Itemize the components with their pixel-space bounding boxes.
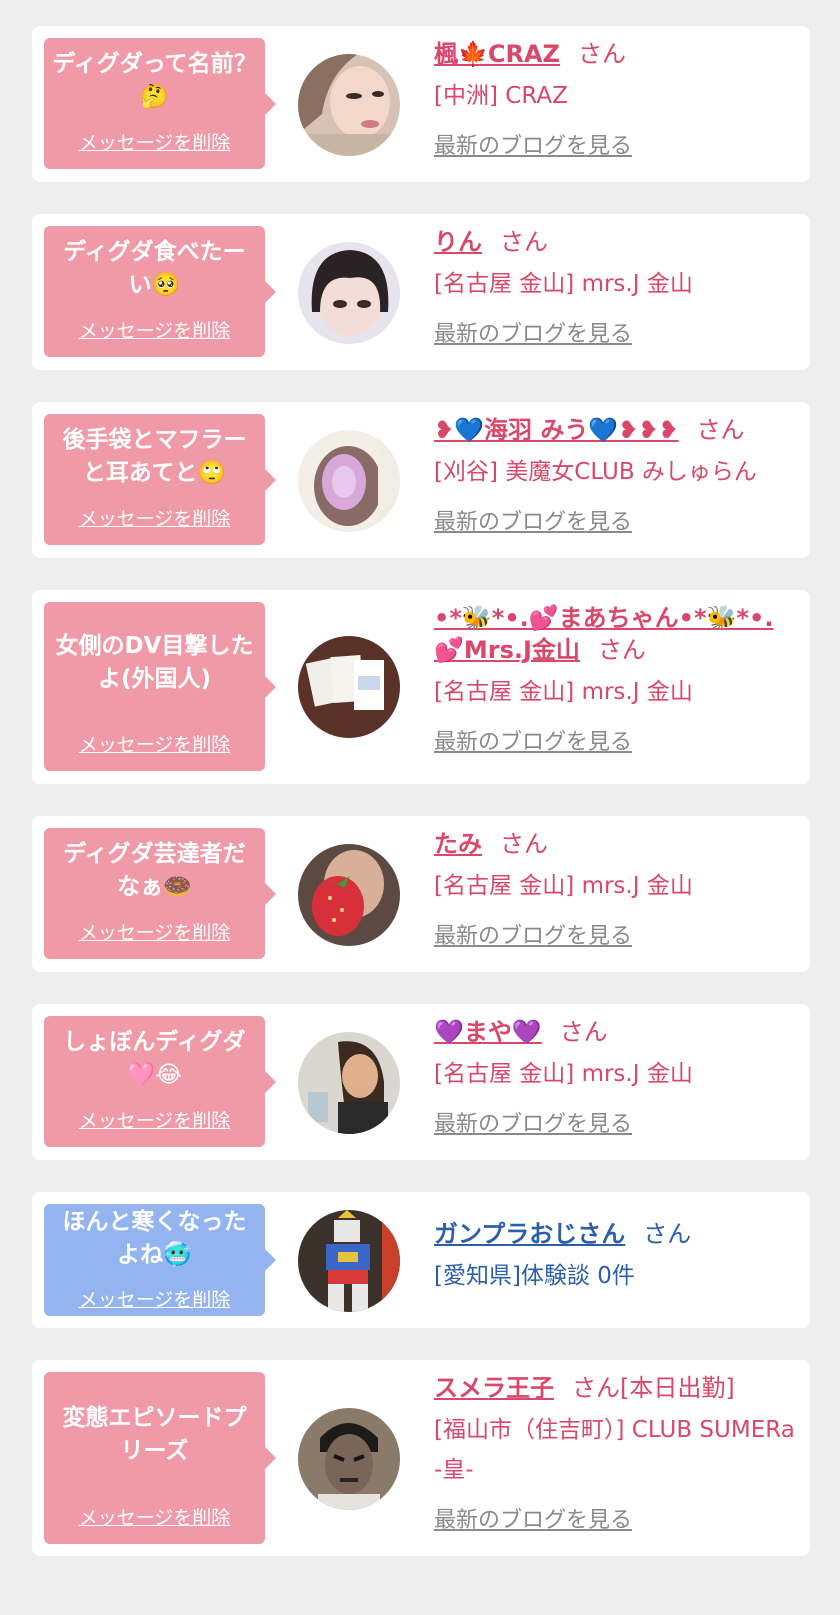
delete-message-link[interactable]: メッセージを削除 xyxy=(44,316,265,343)
profile-info: スメラ王子 さん[本日出勤] [福山市（住吉町）] CLUB SUMERa -皇-… xyxy=(434,1372,798,1534)
avatar[interactable] xyxy=(298,1032,400,1134)
shop-name: [中洲] CRAZ xyxy=(434,83,568,109)
delete-message-link[interactable]: メッセージを削除 xyxy=(44,1285,265,1312)
latest-blog-link[interactable]: 最新のブログを見る xyxy=(434,504,798,536)
profile-info: 💜まや💜 さん [名古屋 金山] mrs.J 金山 最新のブログを見る xyxy=(434,1016,798,1138)
delete-message-link[interactable]: メッセージを削除 xyxy=(44,128,265,155)
message-card: ディグダ芸達者だなぁ🍩 メッセージを削除 たみ さん [名古屋 金山] mrs.J… xyxy=(32,816,810,972)
message-bubble: ディグダ芸達者だなぁ🍩 メッセージを削除 xyxy=(44,828,276,959)
latest-blog-link[interactable]: 最新のブログを見る xyxy=(434,128,798,160)
message-bubble: 変態エピソードプリーズ メッセージを削除 xyxy=(44,1372,276,1544)
message-text: ディグダ食べたーい🥺 xyxy=(63,239,246,298)
status-suffix: [本日出勤] xyxy=(620,1374,735,1402)
latest-blog-link[interactable]: 最新のブログを見る xyxy=(434,1106,798,1138)
message-card: ディグダ食べたーい🥺 メッセージを削除 りん さん [名古屋 金山] mrs.J … xyxy=(32,214,810,370)
message-text: しょぼんディグダ🩷😂 xyxy=(63,1029,246,1088)
shop-name: [名古屋 金山] mrs.J 金山 xyxy=(434,271,693,297)
name-line: 💜まや💜 さん xyxy=(434,1016,798,1048)
message-card: ほんと寒くなったよね🥶 メッセージを削除 ガンプラおじさん さん [愛知県]体験談… xyxy=(32,1192,810,1328)
message-text: ほんと寒くなったよね🥶 xyxy=(62,1209,247,1268)
message-card: 後手袋とマフラーと耳あてと🙄 メッセージを削除 ❥💙海羽 みう💙❥❥❥ さん [刈… xyxy=(32,402,810,558)
profile-name-link[interactable]: たみ xyxy=(434,830,482,858)
latest-blog-link[interactable]: 最新のブログを見る xyxy=(434,316,798,348)
profile-name-link[interactable]: ガンプラおじさん xyxy=(434,1220,625,1248)
profile-info: たみ さん [名古屋 金山] mrs.J 金山 最新のブログを見る xyxy=(434,828,798,950)
avatar[interactable] xyxy=(298,844,400,946)
message-card: しょぼんディグダ🩷😂 メッセージを削除 💜まや💜 さん [名古屋 金山] mrs.… xyxy=(32,1004,810,1160)
delete-message-link[interactable]: メッセージを削除 xyxy=(44,1106,265,1133)
latest-blog-link[interactable]: 最新のブログを見る xyxy=(434,918,798,950)
honorific: さん xyxy=(572,1374,620,1402)
latest-blog-link[interactable]: 最新のブログを見る xyxy=(434,724,798,756)
avatar[interactable] xyxy=(298,54,400,156)
delete-message-link[interactable]: メッセージを削除 xyxy=(44,504,265,531)
avatar[interactable] xyxy=(298,1408,400,1510)
avatar[interactable] xyxy=(298,242,400,344)
profile-name-link[interactable]: りん xyxy=(434,228,482,256)
honorific: さん xyxy=(577,40,626,68)
honorific: さん xyxy=(643,1220,692,1248)
message-card: 女側のDV目撃したよ(外国人) メッセージを削除 •*🐝*•.💕まあちゃん•*🐝… xyxy=(32,590,810,784)
shop-name: [福山市（住吉町）] CLUB SUMERa -皇- xyxy=(434,1417,795,1483)
shop-name: [名古屋 金山] mrs.J 金山 xyxy=(434,679,693,705)
avatar[interactable] xyxy=(298,636,400,738)
avatar[interactable] xyxy=(298,1210,400,1312)
profile-info: りん さん [名古屋 金山] mrs.J 金山 最新のブログを見る xyxy=(434,226,798,348)
honorific: さん xyxy=(597,636,646,664)
profile-name-link[interactable]: 楓🍁CRAZ xyxy=(434,40,560,68)
message-bubble: ディグダ食べたーい🥺 メッセージを削除 xyxy=(44,226,276,357)
avatar[interactable] xyxy=(298,430,400,532)
name-line: スメラ王子 さん[本日出勤] xyxy=(434,1372,798,1404)
message-bubble: 後手袋とマフラーと耳あてと🙄 メッセージを削除 xyxy=(44,414,276,545)
shop-name: [愛知県]体験談 0件 xyxy=(434,1263,635,1289)
profile-name-link[interactable]: 💜まや💜 xyxy=(434,1018,542,1046)
profile-info: 楓🍁CRAZ さん [中洲] CRAZ 最新のブログを見る xyxy=(434,38,798,160)
message-bubble: 女側のDV目撃したよ(外国人) メッセージを削除 xyxy=(44,602,276,771)
shop-name: [名古屋 金山] mrs.J 金山 xyxy=(434,1061,693,1087)
message-card: ディグダって名前？🤔 メッセージを削除 楓🍁CRAZ さん [中洲] CRAZ 最… xyxy=(32,26,810,182)
honorific: さん xyxy=(696,416,745,444)
name-line: たみ さん xyxy=(434,828,798,860)
message-text: 女側のDV目撃したよ(外国人) xyxy=(55,633,254,692)
delete-message-link[interactable]: メッセージを削除 xyxy=(44,918,265,945)
profile-info: ❥💙海羽 みう💙❥❥❥ さん [刈谷] 美魔女CLUB みしゅらん 最新のブログを… xyxy=(434,414,798,536)
message-text: ディグダ芸達者だなぁ🍩 xyxy=(63,841,246,900)
message-bubble: ほんと寒くなったよね🥶 メッセージを削除 xyxy=(44,1204,276,1316)
profile-info: •*🐝*•.💕まあちゃん•*🐝*•.💕Mrs.J金山 さん [名古屋 金山] mr… xyxy=(434,602,798,756)
shop-name: [名古屋 金山] mrs.J 金山 xyxy=(434,873,693,899)
delete-message-link[interactable]: メッセージを削除 xyxy=(44,1503,265,1530)
name-line: ❥💙海羽 みう💙❥❥❥ さん xyxy=(434,414,798,446)
latest-blog-link[interactable]: 最新のブログを見る xyxy=(434,1502,798,1534)
profile-info: ガンプラおじさん さん [愛知県]体験談 0件 xyxy=(434,1218,798,1296)
shop-name: [刈谷] 美魔女CLUB みしゅらん xyxy=(434,459,757,485)
delete-message-link[interactable]: メッセージを削除 xyxy=(44,730,265,757)
message-bubble: しょぼんディグダ🩷😂 メッセージを削除 xyxy=(44,1016,276,1147)
honorific: さん xyxy=(559,1018,608,1046)
name-line: •*🐝*•.💕まあちゃん•*🐝*•.💕Mrs.J金山 さん xyxy=(434,602,798,666)
honorific: さん xyxy=(500,228,548,256)
message-text: 後手袋とマフラーと耳あてと🙄 xyxy=(62,427,247,486)
message-text: 変態エピソードプリーズ xyxy=(62,1405,247,1464)
message-text: ディグダって名前？🤔 xyxy=(52,51,257,110)
message-bubble: ディグダって名前？🤔 メッセージを削除 xyxy=(44,38,276,169)
message-card: 変態エピソードプリーズ メッセージを削除 スメラ王子 さん[本日出勤] [福山市（… xyxy=(32,1360,810,1556)
name-line: ガンプラおじさん さん xyxy=(434,1218,798,1250)
name-line: りん さん xyxy=(434,226,798,258)
name-line: 楓🍁CRAZ さん xyxy=(434,38,798,70)
profile-name-link[interactable]: スメラ王子 xyxy=(434,1374,554,1402)
profile-name-link[interactable]: ❥💙海羽 みう💙❥❥❥ xyxy=(434,416,679,444)
honorific: さん xyxy=(500,830,548,858)
message-list: ディグダって名前？🤔 メッセージを削除 楓🍁CRAZ さん [中洲] CRAZ 最… xyxy=(0,0,840,1615)
